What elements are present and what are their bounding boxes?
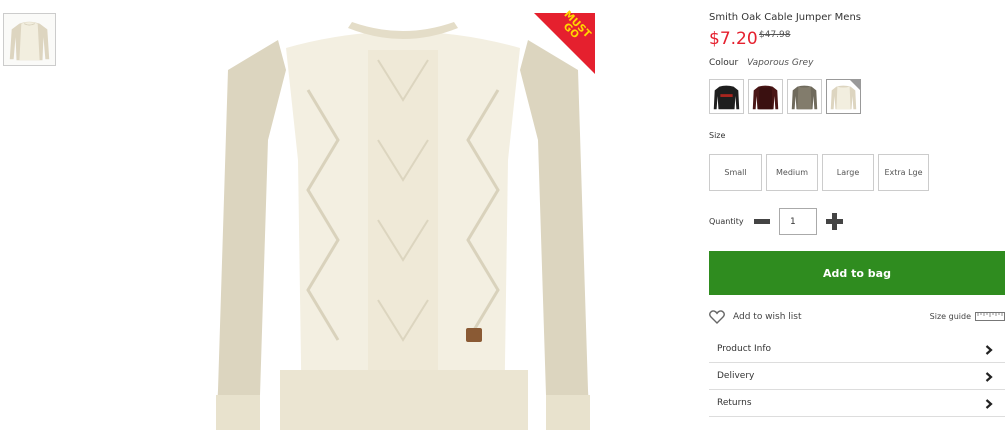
was-price: $47.98 — [759, 30, 791, 40]
quantity-row: Quantity — [709, 208, 909, 235]
size-guide-link[interactable]: Size guide — [930, 312, 1005, 321]
current-price: $7.20 — [709, 29, 758, 49]
size-medium-button[interactable]: Medium — [766, 154, 818, 191]
chevron-right-icon — [985, 372, 993, 382]
returns-label: Returns — [717, 398, 752, 408]
wish-list-label: Add to wish list — [733, 312, 802, 322]
heart-outline-icon — [709, 310, 725, 324]
add-to-bag-button[interactable]: Add to bag — [709, 251, 1005, 295]
size-large-button[interactable]: Large — [822, 154, 874, 191]
product-details: Smith Oak Cable Jumper Mens $7.20 $47.98… — [709, 0, 1005, 435]
colour-label: Colour — [709, 58, 739, 68]
plus-icon[interactable] — [826, 213, 843, 230]
info-accordion: Product Info Delivery Returns — [709, 336, 1005, 417]
thumbnail-jumper-image — [9, 21, 50, 61]
chevron-right-icon — [985, 399, 993, 409]
size-heading: Size — [709, 131, 726, 140]
size-options: Small Medium Large Extra Lge — [709, 154, 929, 191]
minus-icon[interactable] — [754, 219, 770, 224]
add-to-wish-list-link[interactable]: Add to wish list — [709, 310, 802, 324]
delivery-label: Delivery — [717, 371, 755, 381]
product-info-row[interactable]: Product Info — [709, 336, 1005, 363]
must-go-badge: MUST GO — [534, 9, 595, 74]
delivery-row[interactable]: Delivery — [709, 363, 1005, 390]
quantity-label: Quantity — [709, 217, 744, 226]
main-product-image: MUST GO — [208, 9, 600, 435]
size-small-button[interactable]: Small — [709, 154, 762, 191]
quantity-input[interactable] — [779, 208, 817, 235]
ruler-icon — [975, 312, 1005, 321]
colour-row: Colour Vaporous Grey — [709, 58, 813, 68]
swatch-black[interactable] — [709, 79, 744, 114]
swatch-vaporous-grey[interactable] — [826, 79, 861, 114]
swatch-burgundy[interactable] — [748, 79, 783, 114]
size-extra-large-button[interactable]: Extra Lge — [878, 154, 929, 191]
size-guide-label: Size guide — [929, 312, 971, 321]
colour-value: Vaporous Grey — [747, 58, 814, 68]
product-info-label: Product Info — [717, 344, 772, 354]
product-thumbnail[interactable] — [3, 13, 56, 66]
swatch-olive-grey[interactable] — [787, 79, 822, 114]
colour-swatches — [709, 79, 861, 114]
returns-row[interactable]: Returns — [709, 390, 1005, 417]
product-title: Smith Oak Cable Jumper Mens — [709, 12, 861, 23]
chevron-right-icon — [985, 345, 993, 355]
wish-row: Add to wish list Size guide — [709, 310, 1005, 328]
